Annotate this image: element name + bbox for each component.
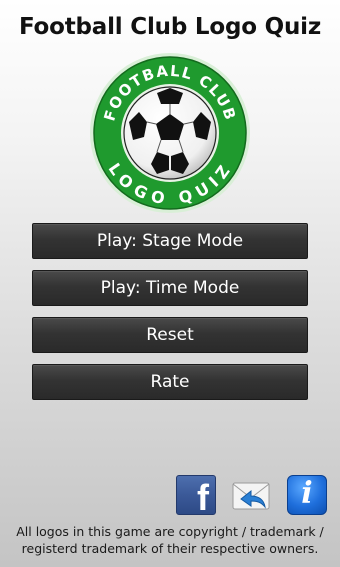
play-stage-mode-button[interactable]: Play: Stage Mode [32,223,308,259]
copyright-notice: All logos in this game are copyright / t… [0,523,340,557]
mail-share-button[interactable] [231,475,271,515]
football-club-logo: FOOTBALL CLUB LOGO QUIZ [90,53,250,213]
copyright-line-2: registerd trademark of their respective … [21,541,319,556]
facebook-icon: f [197,477,209,518]
info-button[interactable]: i [287,475,327,515]
reset-button[interactable]: Reset [32,317,308,353]
copyright-line-1: All logos in this game are copyright / t… [16,524,324,539]
facebook-share-button[interactable]: f [176,475,216,518]
rate-button[interactable]: Rate [32,364,308,400]
mail-reply-icon [232,482,270,510]
app-title: Football Club Logo Quiz [18,14,322,40]
play-time-mode-button[interactable]: Play: Time Mode [32,270,308,306]
info-icon: i [301,476,313,511]
